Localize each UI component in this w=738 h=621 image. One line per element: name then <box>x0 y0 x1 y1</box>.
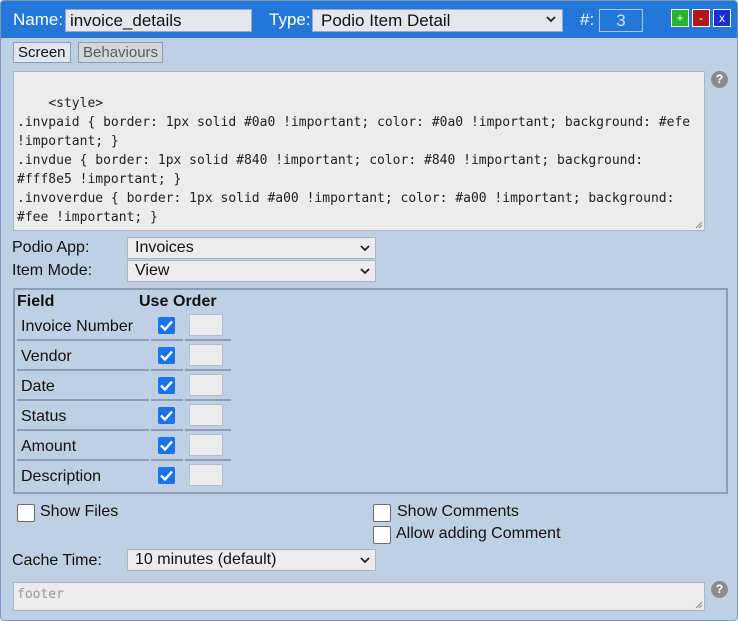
show-files-checkbox[interactable] <box>17 504 35 522</box>
tab-screen[interactable]: Screen <box>13 42 71 63</box>
close-button[interactable]: x <box>713 9 731 27</box>
header-bar: Name: invoice_details Type: Podio Item D… <box>1 1 737 38</box>
order-input[interactable] <box>189 434 223 456</box>
show-files-label: Show Files <box>40 503 119 520</box>
podio-app-value: Invoices <box>135 239 194 256</box>
podio-app-select[interactable]: Invoices <box>127 237 376 259</box>
fields-table: Field Use Order Invoice Number Vendor Da… <box>13 288 728 494</box>
screen-code-text: <style> .invpaid { border: 1px solid #0a… <box>17 96 691 230</box>
checkmark-icon <box>160 410 173 422</box>
order-cell <box>185 342 231 371</box>
cache-time-label: Cache Time: <box>12 552 102 569</box>
use-cell <box>151 432 183 461</box>
type-select-value: Podio Item Detail <box>321 11 451 30</box>
order-input[interactable] <box>189 344 223 366</box>
use-checkbox[interactable] <box>158 467 175 484</box>
add-button[interactable]: + <box>671 9 689 27</box>
item-mode-select[interactable]: View <box>127 260 376 282</box>
cache-time-select[interactable]: 10 minutes (default) <box>127 549 376 571</box>
table-row: Vendor <box>15 342 235 372</box>
order-cell <box>185 432 231 461</box>
item-mode-label: Item Mode: <box>12 262 93 279</box>
use-cell <box>151 372 183 401</box>
use-cell <box>151 342 183 371</box>
order-input[interactable] <box>189 374 223 396</box>
use-checkbox[interactable] <box>158 407 175 424</box>
checkmark-icon <box>160 350 173 362</box>
remove-button[interactable]: - <box>692 9 710 27</box>
type-label: Type: <box>269 10 311 29</box>
order-input[interactable] <box>189 464 223 486</box>
order-cell <box>185 372 231 401</box>
use-cell <box>151 462 183 491</box>
cache-time-value: 10 minutes (default) <box>135 551 277 568</box>
chevron-down-icon <box>360 268 370 275</box>
use-checkbox[interactable] <box>158 437 175 454</box>
field-name: Amount <box>17 432 149 461</box>
use-cell <box>151 402 183 431</box>
name-label: Name: <box>13 10 64 29</box>
field-name: Date <box>17 372 149 401</box>
footer-placeholder: footer <box>17 587 64 602</box>
table-row: Date <box>15 372 235 402</box>
table-row: Description <box>15 462 235 492</box>
table-row: Status <box>15 402 235 432</box>
chevron-down-icon <box>546 16 556 23</box>
field-column-header: Field <box>17 293 55 310</box>
field-name: Description <box>21 468 102 485</box>
allow-adding-comment-checkbox[interactable] <box>373 526 391 544</box>
number-input[interactable]: 3 <box>599 9 643 32</box>
show-comments-checkbox[interactable] <box>373 504 391 522</box>
chevron-down-icon <box>360 557 370 564</box>
use-checkbox[interactable] <box>158 347 175 364</box>
use-checkbox[interactable] <box>158 377 175 394</box>
order-cell <box>185 462 231 491</box>
field-name: Invoice Number <box>17 312 149 341</box>
use-column-header: Use <box>139 293 169 310</box>
podio-app-label: Podio App: <box>12 239 90 256</box>
order-input[interactable] <box>189 314 223 336</box>
footer-textarea[interactable]: footer <box>13 582 705 611</box>
field-rows: Invoice Number Vendor Date Status Amount… <box>15 312 235 492</box>
use-cell <box>151 312 183 341</box>
field-name: Status <box>17 402 149 431</box>
field-name: Vendor <box>17 342 149 371</box>
show-comments-label: Show Comments <box>397 503 519 520</box>
checkmark-icon <box>160 320 173 332</box>
tab-behaviours[interactable]: Behaviours <box>78 42 164 63</box>
item-mode-value: View <box>135 262 170 279</box>
checkmark-icon <box>160 380 173 392</box>
table-row: Amount <box>15 432 235 462</box>
order-column-header: Order <box>173 293 217 310</box>
chevron-down-icon <box>360 245 370 252</box>
use-checkbox[interactable] <box>158 317 175 334</box>
footer-help-icon[interactable]: ? <box>711 581 728 598</box>
number-label: #: <box>580 10 595 29</box>
widget-config-panel: Name: invoice_details Type: Podio Item D… <box>0 0 738 621</box>
order-input[interactable] <box>189 404 223 426</box>
name-input[interactable]: invoice_details <box>65 9 252 32</box>
checkmark-icon <box>160 470 173 482</box>
checkmark-icon <box>160 440 173 452</box>
allow-adding-comment-label: Allow adding Comment <box>396 525 561 542</box>
help-icon[interactable]: ? <box>711 71 728 88</box>
order-cell <box>185 312 231 341</box>
resize-grip-icon[interactable] <box>695 221 703 229</box>
table-row: Invoice Number <box>15 312 235 342</box>
resize-grip-icon[interactable] <box>695 601 703 609</box>
order-cell <box>185 402 231 431</box>
screen-code-textarea[interactable]: <style> .invpaid { border: 1px solid #0a… <box>13 71 705 231</box>
type-select[interactable]: Podio Item Detail <box>312 9 563 32</box>
